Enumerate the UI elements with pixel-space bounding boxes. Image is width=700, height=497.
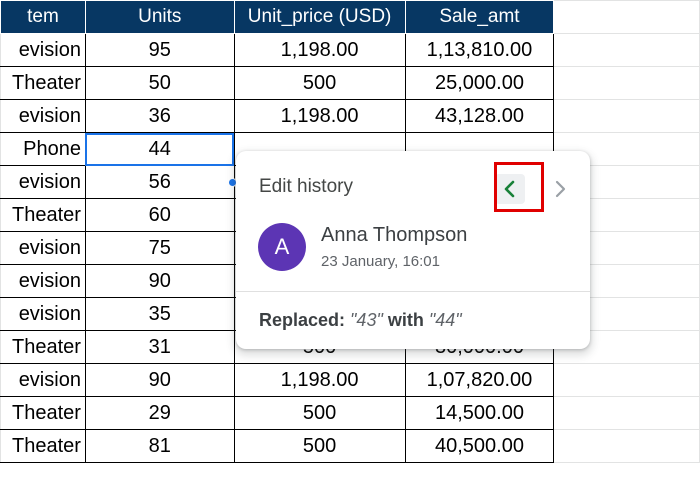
cell-units[interactable]: 90 [84, 264, 235, 298]
cell-units[interactable]: 29 [84, 396, 235, 430]
chevron-left-icon [504, 180, 515, 198]
cell-sale-amt[interactable]: 40,500.00 [404, 429, 555, 463]
cell-sale-amt[interactable]: 43,128.00 [404, 99, 555, 133]
header-row: tem Units Unit_price (USD) Sale_amt [0, 0, 700, 34]
cell-item[interactable]: evision [0, 33, 86, 67]
cell-sale-amt[interactable]: 14,500.00 [404, 396, 555, 430]
empty-cell[interactable] [553, 429, 700, 463]
header-item[interactable]: tem [0, 0, 86, 34]
cell-units[interactable]: 50 [84, 66, 235, 100]
cell-units[interactable]: 60 [84, 198, 235, 232]
header-sale-amt[interactable]: Sale_amt [404, 0, 555, 34]
cell-units[interactable]: 90 [84, 363, 235, 397]
cell-units[interactable]: 95 [84, 33, 235, 67]
cell-item[interactable]: evision [0, 264, 86, 298]
next-edit-button[interactable] [546, 174, 574, 204]
change-label: Replaced: [259, 310, 346, 330]
edit-timestamp: 23 January, 16:01 [321, 253, 440, 270]
cell-sale-amt[interactable]: 1,07,820.00 [404, 363, 555, 397]
cell-item[interactable]: evision [0, 99, 86, 133]
cell-item[interactable]: evision [0, 165, 86, 199]
cell-unit-price[interactable]: 500 [233, 429, 406, 463]
table-row: evision 95 1,198.00 1,13,810.00 [0, 33, 700, 67]
cell-item[interactable]: evision [0, 297, 86, 331]
editor-name: Anna Thompson [321, 224, 468, 246]
empty-cell[interactable] [553, 33, 700, 67]
cell-item[interactable]: Theater [0, 429, 86, 463]
cell-units[interactable]: 56 [84, 165, 235, 199]
cell-item[interactable]: Theater [0, 198, 86, 232]
empty-cell[interactable] [553, 396, 700, 430]
cell-unit-price[interactable]: 500 [233, 396, 406, 430]
table-row: Theater 50 500 25,000.00 [0, 66, 700, 100]
header-unit-price[interactable]: Unit_price (USD) [233, 0, 406, 34]
empty-cell[interactable] [553, 99, 700, 133]
cell-units[interactable]: 44 [84, 132, 235, 166]
cell-units[interactable]: 31 [84, 330, 235, 364]
table-row: evision 36 1,198.00 43,128.00 [0, 99, 700, 133]
change-description: Replaced: "43" with "44" [259, 310, 462, 331]
edit-history-title: Edit history [259, 176, 353, 197]
cell-unit-price[interactable]: 1,198.00 [233, 363, 406, 397]
cell-unit-price[interactable]: 1,198.00 [233, 33, 406, 67]
avatar: A [258, 223, 306, 271]
table-row: Theater 81 500 40,500.00 [0, 429, 700, 463]
empty-cell[interactable] [553, 0, 700, 34]
new-value: "44" [428, 310, 462, 330]
cell-units[interactable]: 36 [84, 99, 235, 133]
cell-item[interactable]: evision [0, 363, 86, 397]
divider [236, 291, 590, 292]
cell-units[interactable]: 35 [84, 297, 235, 331]
cell-unit-price[interactable]: 500 [233, 66, 406, 100]
change-with-word: with [387, 310, 424, 330]
cell-units[interactable]: 81 [84, 429, 235, 463]
cell-unit-price[interactable]: 1,198.00 [233, 99, 406, 133]
table-row: evision 90 1,198.00 1,07,820.00 [0, 363, 700, 397]
empty-cell[interactable] [553, 363, 700, 397]
chevron-right-icon [555, 180, 566, 198]
cell-item[interactable]: Theater [0, 396, 86, 430]
cell-units[interactable]: 75 [84, 231, 235, 265]
cell-sale-amt[interactable]: 1,13,810.00 [404, 33, 555, 67]
table-row: Theater 29 500 14,500.00 [0, 396, 700, 430]
edit-history-popup: Edit history A Anna Thompson 23 January,… [236, 151, 590, 349]
cell-item[interactable]: Theater [0, 330, 86, 364]
old-value: "43" [350, 310, 383, 330]
header-units[interactable]: Units [84, 0, 235, 34]
cell-item[interactable]: evision [0, 231, 86, 265]
empty-cell[interactable] [553, 66, 700, 100]
cell-item[interactable]: Phone [0, 132, 86, 166]
cell-item[interactable]: Theater [0, 66, 86, 100]
cell-sale-amt[interactable]: 25,000.00 [404, 66, 555, 100]
previous-edit-button[interactable] [495, 174, 525, 204]
